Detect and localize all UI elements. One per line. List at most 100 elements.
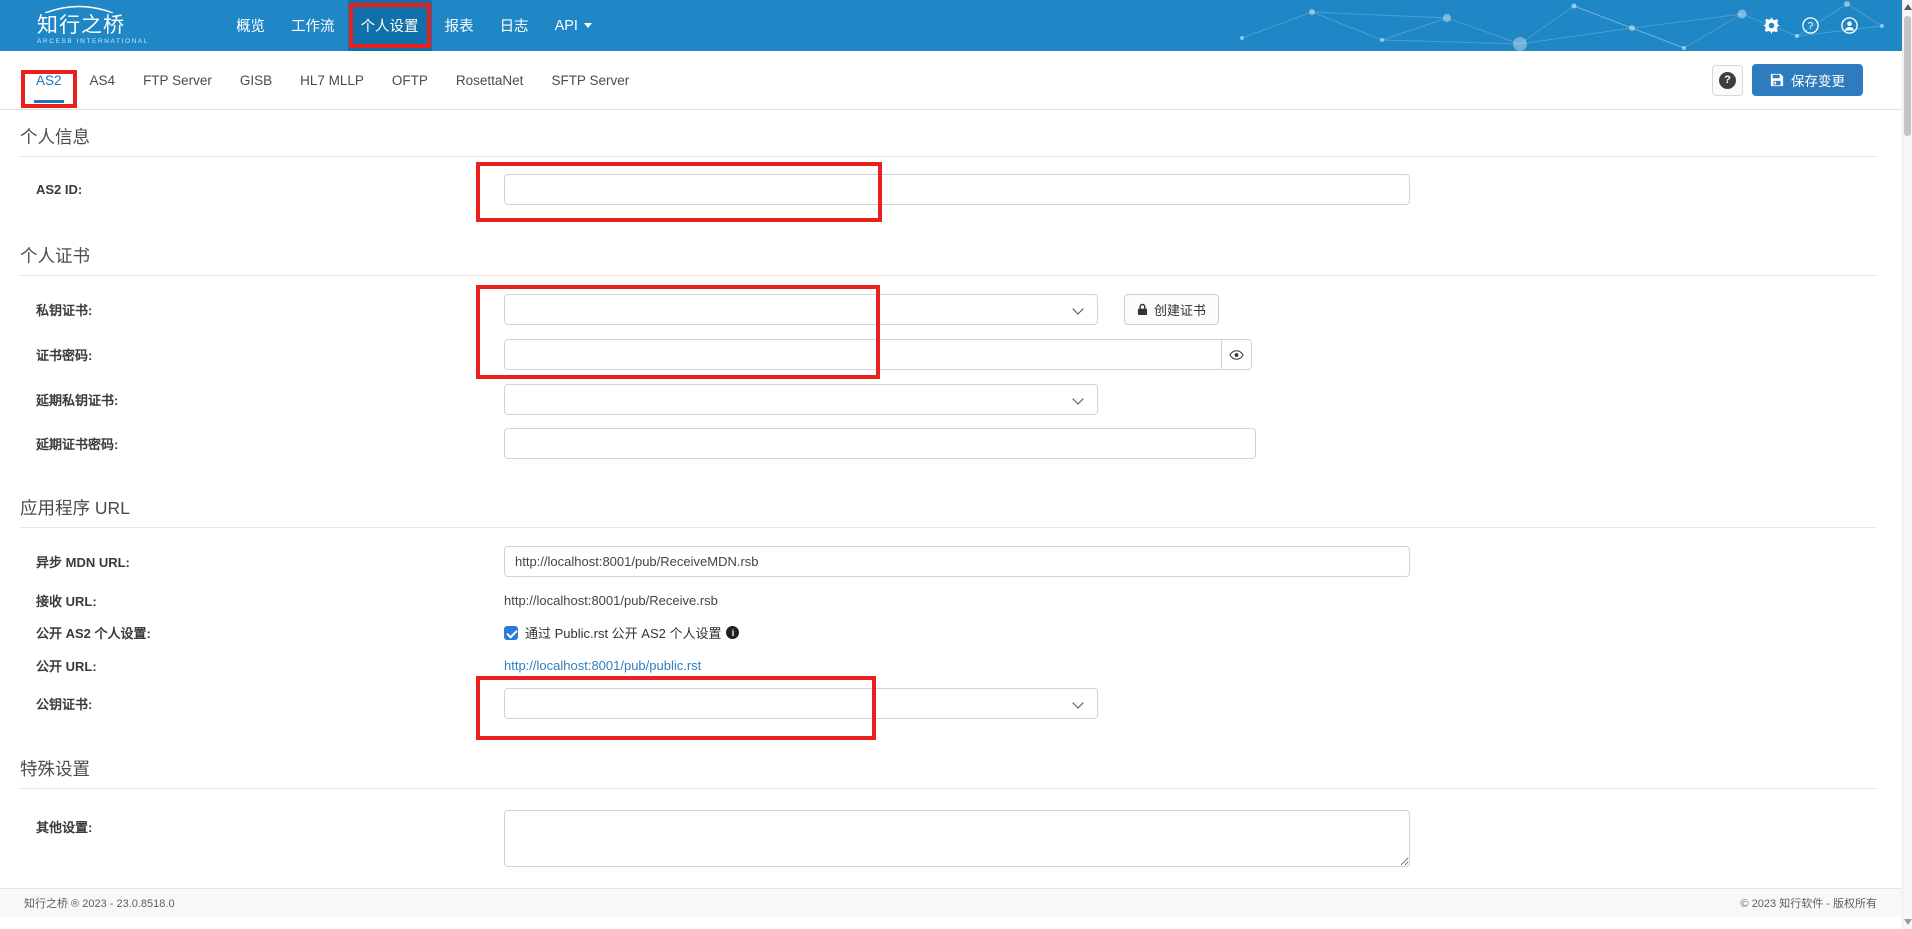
top-navbar: 知行之桥 ARCESB INTERNATIONAL 概览 工作流 个人设置 报表… [0,0,1902,51]
question-icon: ? [1719,72,1736,89]
tab-label: HL7 MLLP [300,73,364,88]
as2-id-label: AS2 ID: [0,182,504,197]
tab-label: AS2 [36,73,62,88]
nav-item-label: 个人设置 [361,15,419,36]
receive-url-label: 接收 URL: [0,591,504,610]
rollover-cert-select[interactable] [504,384,1098,415]
private-cert-select[interactable] [504,294,1098,325]
cert-password-label: 证书密码: [0,345,504,364]
save-button-label: 保存变更 [1791,70,1845,90]
chevron-down-icon [1072,393,1083,404]
chevron-down-icon [1072,303,1083,314]
svg-text:?: ? [1808,21,1814,32]
protocol-tabbar: AS2 AS4 FTP Server GISB HL7 MLLP OFTP Ro… [0,51,1902,110]
tab-label: FTP Server [143,73,212,88]
public-settings-label: 公开 AS2 个人设置: [0,623,504,642]
rollover-password-label: 延期证书密码: [0,434,504,453]
tab-label: RosettaNet [456,73,524,88]
nav-item-label: 概览 [236,15,265,36]
tab-oftp[interactable]: OFTP [378,51,442,109]
form-row-public-cert: 公钥证书: [0,688,1912,719]
chevron-down-icon [584,23,592,28]
tab-gisb[interactable]: GISB [226,51,286,109]
form-row-receive-url: 接收 URL: http://localhost:8001/pub/Receiv… [0,591,1912,610]
tab-as2[interactable]: AS2 [22,51,76,109]
logo-arc [43,5,115,13]
logo-subtitle: ARCESB INTERNATIONAL [37,39,149,46]
public-cert-select[interactable] [504,688,1098,719]
cert-password-group [504,339,1252,370]
form-row-public-url: 公开 URL: http://localhost:8001/pub/public… [0,656,1912,675]
rollover-password-input[interactable] [504,428,1256,459]
nav-item-profile-settings[interactable]: 个人设置 [348,0,432,51]
settings-form: 个人信息 AS2 ID: 个人证书 私钥证书: 创建证书 证书密码: 延期私钥证… [0,124,1912,867]
public-settings-checkbox[interactable] [504,626,518,640]
create-cert-label: 创建证书 [1154,300,1206,319]
scrollbar-up-arrow-icon[interactable] [1904,4,1912,10]
user-icon[interactable] [1841,17,1858,34]
eye-icon [1229,350,1244,360]
logo-title: 知行之桥 [37,15,149,36]
scrollbar-thumb[interactable] [1904,16,1911,136]
cert-password-input[interactable] [504,339,1222,370]
section-heading-special: 特殊设置 [20,756,1876,789]
tab-sftp-server[interactable]: SFTP Server [537,51,643,109]
section-heading-personal-info: 个人信息 [20,124,1876,157]
save-icon [1770,73,1784,87]
tab-label: GISB [240,73,272,88]
nav-item-workflows[interactable]: 工作流 [278,0,348,51]
other-settings-textarea[interactable] [504,810,1410,867]
form-row-rollover-cert: 延期私钥证书: [0,384,1912,415]
tab-rosettanet[interactable]: RosettaNet [442,51,538,109]
lock-icon [1137,303,1148,316]
private-cert-label: 私钥证书: [0,300,504,319]
nav-item-label: 工作流 [291,15,335,36]
tab-label: OFTP [392,73,428,88]
gear-icon[interactable] [1763,17,1780,34]
form-row-public-settings: 公开 AS2 个人设置: 通过 Public.rst 公开 AS2 个人设置 [0,623,1912,642]
help-icon[interactable]: ? [1802,17,1819,34]
nav-item-logs[interactable]: 日志 [487,0,542,51]
nav-item-label: 报表 [445,15,474,36]
nav-item-overview[interactable]: 概览 [223,0,278,51]
public-cert-label: 公钥证书: [0,694,504,713]
footer: 知行之桥 ® 2023 - 23.0.8518.0 © 2023 知行软件 - … [0,888,1912,917]
form-row-rollover-password: 延期证书密码: [0,428,1912,459]
nav-item-api[interactable]: API [542,0,605,51]
form-row-async-mdn: 异步 MDN URL: [0,546,1912,577]
info-icon[interactable] [726,626,739,639]
tab-label: AS4 [90,73,116,88]
vertical-scrollbar[interactable] [1902,0,1912,929]
tab-ftp-server[interactable]: FTP Server [129,51,226,109]
scrollbar-down-arrow-icon[interactable] [1904,919,1912,925]
nav-item-reports[interactable]: 报表 [432,0,487,51]
public-settings-checkbox-label: 通过 Public.rst 公开 AS2 个人设置 [525,623,721,642]
save-changes-button[interactable]: 保存变更 [1752,64,1863,96]
help-button[interactable]: ? [1712,65,1743,96]
tab-hl7-mllp[interactable]: HL7 MLLP [286,51,378,109]
tab-label: SFTP Server [551,73,629,88]
nav-item-label: API [555,18,578,34]
rollover-cert-label: 延期私钥证书: [0,390,504,409]
nav-item-label: 日志 [500,15,529,36]
form-row-as2-id: AS2 ID: [0,174,1912,205]
async-mdn-label: 异步 MDN URL: [0,552,504,571]
tab-as4[interactable]: AS4 [76,51,130,109]
public-settings-checkbox-wrap: 通过 Public.rst 公开 AS2 个人设置 [504,623,739,642]
app-logo[interactable]: 知行之桥 ARCESB INTERNATIONAL [37,5,149,46]
async-mdn-input[interactable] [504,546,1410,577]
receive-url-value: http://localhost:8001/pub/Receive.rsb [504,593,718,608]
form-row-private-cert: 私钥证书: 创建证书 [0,294,1912,325]
chevron-down-icon [1072,697,1083,708]
tabbar-actions: ? 保存变更 [1712,64,1863,96]
other-settings-label: 其他设置: [0,810,504,836]
form-row-cert-password: 证书密码: [0,339,1912,370]
as2-id-input[interactable] [504,174,1410,205]
public-url-label: 公开 URL: [0,656,504,675]
public-url-link[interactable]: http://localhost:8001/pub/public.rst [504,658,701,673]
section-heading-app-url: 应用程序 URL [20,495,1876,528]
footer-version: 知行之桥 ® 2023 - 23.0.8518.0 [24,895,175,911]
show-password-button[interactable] [1221,339,1252,370]
create-cert-button[interactable]: 创建证书 [1124,294,1219,325]
footer-copyright: © 2023 知行软件 - 版权所有 [1741,895,1877,911]
